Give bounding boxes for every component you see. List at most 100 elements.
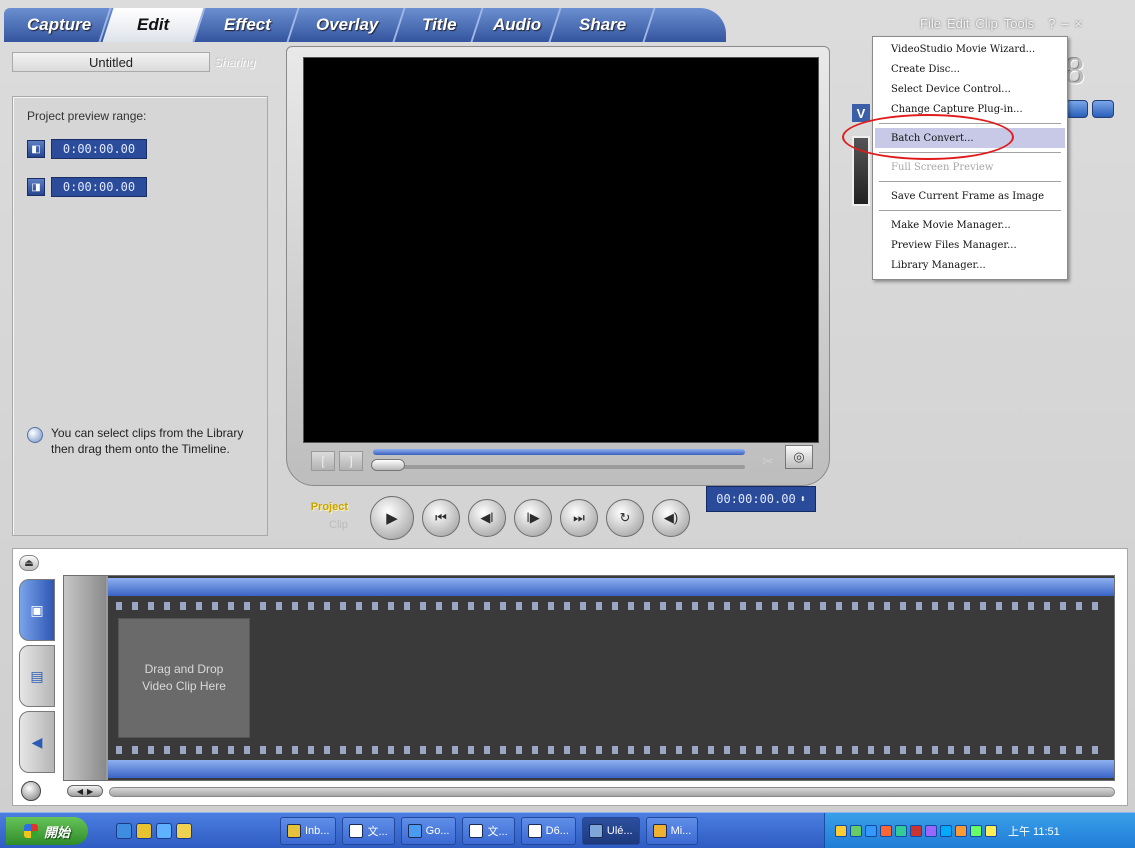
- task-document-2[interactable]: 文...: [462, 817, 515, 845]
- library-dropdown-icon[interactable]: V: [852, 104, 870, 122]
- preview-screen[interactable]: [303, 57, 819, 443]
- play-mode-selector[interactable]: Project Clip: [296, 498, 348, 534]
- sharing-button: Sharing: [214, 55, 256, 69]
- mark-in-button[interactable]: [: [311, 451, 335, 471]
- ie-icon[interactable]: [116, 823, 132, 839]
- range-end-timecode[interactable]: 0:00:00.00: [51, 177, 147, 197]
- menu-file[interactable]: File: [920, 16, 941, 31]
- mark-out-icon[interactable]: ◨: [27, 178, 45, 196]
- volume-icon[interactable]: ◀): [652, 499, 690, 537]
- scrubber-handle[interactable]: [371, 459, 405, 471]
- record-icon[interactable]: [21, 781, 41, 801]
- range-start-timecode[interactable]: 0:00:00.00: [51, 139, 147, 159]
- browser-icon: [407, 824, 422, 838]
- tab-edit[interactable]: Edit: [102, 8, 206, 42]
- tab-audio[interactable]: Audio: [474, 8, 562, 42]
- project-title-field[interactable]: Untitled: [12, 52, 210, 72]
- tray-icon[interactable]: [925, 825, 937, 837]
- tray-icon[interactable]: [970, 825, 982, 837]
- tab-overlay[interactable]: Overlay: [290, 8, 406, 42]
- spin-updown-icon[interactable]: ⬍: [800, 494, 806, 505]
- mode-clip-label[interactable]: Clip: [296, 516, 348, 534]
- tray-icon[interactable]: [850, 825, 862, 837]
- drop-hint-text: Drag and Drop Video Clip Here: [142, 662, 226, 693]
- explorer-icon[interactable]: [136, 823, 152, 839]
- eject-icon[interactable]: ⏏: [19, 555, 39, 571]
- tab-capture[interactable]: Capture: [8, 8, 112, 42]
- menu-item-preview-files-manager[interactable]: Preview Files Manager...: [875, 235, 1065, 255]
- close-button[interactable]: ×: [1075, 16, 1089, 31]
- repeat-icon[interactable]: ↻: [606, 499, 644, 537]
- tab-effect[interactable]: Effect: [196, 8, 300, 42]
- preview-window: [ ] ✂ ◎: [286, 46, 830, 486]
- menu-item-save-frame-image[interactable]: Save Current Frame as Image: [875, 186, 1065, 206]
- tray-icon[interactable]: [985, 825, 997, 837]
- next-frame-icon[interactable]: ǀ▶: [514, 499, 552, 537]
- step-tab-bar: Capture Edit Effect Overlay Title Audio …: [4, 8, 726, 42]
- menu-item-library-manager[interactable]: Library Manager...: [875, 255, 1065, 275]
- zoom-buttons[interactable]: ◀ ▶: [67, 785, 103, 797]
- task-videostudio[interactable]: Ulé...: [581, 817, 640, 845]
- trim-bar[interactable]: [373, 449, 745, 455]
- snapshot-icon[interactable]: ◎: [785, 445, 813, 469]
- end-icon[interactable]: ⏭: [560, 499, 598, 537]
- menu-clip[interactable]: Clip: [975, 16, 997, 31]
- timeline-view-icon[interactable]: ▤: [19, 645, 55, 707]
- tray-icon[interactable]: [865, 825, 877, 837]
- minimize-button[interactable]: –: [1061, 16, 1074, 31]
- mode-project-label[interactable]: Project: [296, 498, 348, 516]
- menu-item-make-movie-manager[interactable]: Make Movie Manager...: [875, 215, 1065, 235]
- menu-item-create-disc[interactable]: Create Disc...: [875, 59, 1065, 79]
- menu-item-movie-wizard[interactable]: VideoStudio Movie Wizard...: [875, 39, 1065, 59]
- document-icon: [349, 824, 364, 838]
- menu-item-change-capture-plugin[interactable]: Change Capture Plug-in...: [875, 99, 1065, 119]
- desktop-icon[interactable]: [156, 823, 172, 839]
- tray-icon[interactable]: [895, 825, 907, 837]
- timeline-scrollbar[interactable]: [109, 787, 1115, 797]
- current-timecode[interactable]: 00:00:00.00 ⬍: [706, 486, 816, 512]
- audio-view-icon[interactable]: ◀: [19, 711, 55, 773]
- tab-title[interactable]: Title: [396, 8, 484, 42]
- task-document-3[interactable]: D6...: [520, 817, 576, 845]
- save-icon[interactable]: [1066, 100, 1088, 118]
- help-button[interactable]: ?: [1048, 16, 1061, 31]
- task-document-1[interactable]: 文...: [342, 817, 395, 845]
- mail-icon: [287, 824, 301, 838]
- start-button[interactable]: 開始: [6, 817, 88, 845]
- drop-target[interactable]: Drag and Drop Video Clip Here: [118, 618, 250, 738]
- zoom-out-icon[interactable]: ◀: [77, 787, 83, 796]
- play-icon[interactable]: ▶: [370, 496, 414, 540]
- film-strip[interactable]: Drag and Drop Video Clip Here: [108, 576, 1114, 780]
- videostudio-icon: [588, 824, 603, 838]
- timeline-panel: ⏏ ▣ ▤ ◀ ◀ ▶ Drag and Drop Video Clip Here: [12, 548, 1128, 806]
- menu-item-select-device-control[interactable]: Select Device Control...: [875, 79, 1065, 99]
- previous-frame-icon[interactable]: ◀ǀ: [468, 499, 506, 537]
- menu-separator: [879, 152, 1061, 153]
- scrubber-track[interactable]: [373, 465, 745, 469]
- mark-in-icon[interactable]: ◧: [27, 140, 45, 158]
- folder-icon[interactable]: [1092, 100, 1114, 118]
- mark-out-button[interactable]: ]: [339, 451, 363, 471]
- tray-icon[interactable]: [835, 825, 847, 837]
- task-inbox[interactable]: Inb...: [280, 817, 337, 845]
- playback-controls: ▶ ⏮ ◀ǀ ǀ▶ ⏭ ↻ ◀): [370, 496, 690, 540]
- library-thumbnail[interactable]: [852, 136, 870, 206]
- menu-item-batch-convert[interactable]: Batch Convert...: [875, 128, 1065, 148]
- task-browser[interactable]: Go...: [400, 817, 457, 845]
- task-misc[interactable]: Mi...: [645, 817, 699, 845]
- tray-icon[interactable]: [910, 825, 922, 837]
- tray-icon[interactable]: [940, 825, 952, 837]
- trim-buttons: [ ]: [311, 451, 363, 471]
- tab-share[interactable]: Share: [552, 8, 656, 42]
- task-buttons: Inb... 文... Go... 文... D6... Ulé... Mi..…: [280, 817, 699, 845]
- home-icon[interactable]: ⏮: [422, 499, 460, 537]
- menu-tools[interactable]: Tools: [1004, 16, 1034, 31]
- clock[interactable]: 上午 11:51: [1008, 823, 1060, 839]
- tray-icon[interactable]: [880, 825, 892, 837]
- zoom-in-icon[interactable]: ▶: [87, 787, 93, 796]
- storyboard-view-icon[interactable]: ▣: [19, 579, 55, 641]
- tray-icon[interactable]: [955, 825, 967, 837]
- media-icon[interactable]: [176, 823, 192, 839]
- range-end-row: ◨ 0:00:00.00: [27, 177, 147, 197]
- menu-edit[interactable]: Edit: [947, 16, 969, 31]
